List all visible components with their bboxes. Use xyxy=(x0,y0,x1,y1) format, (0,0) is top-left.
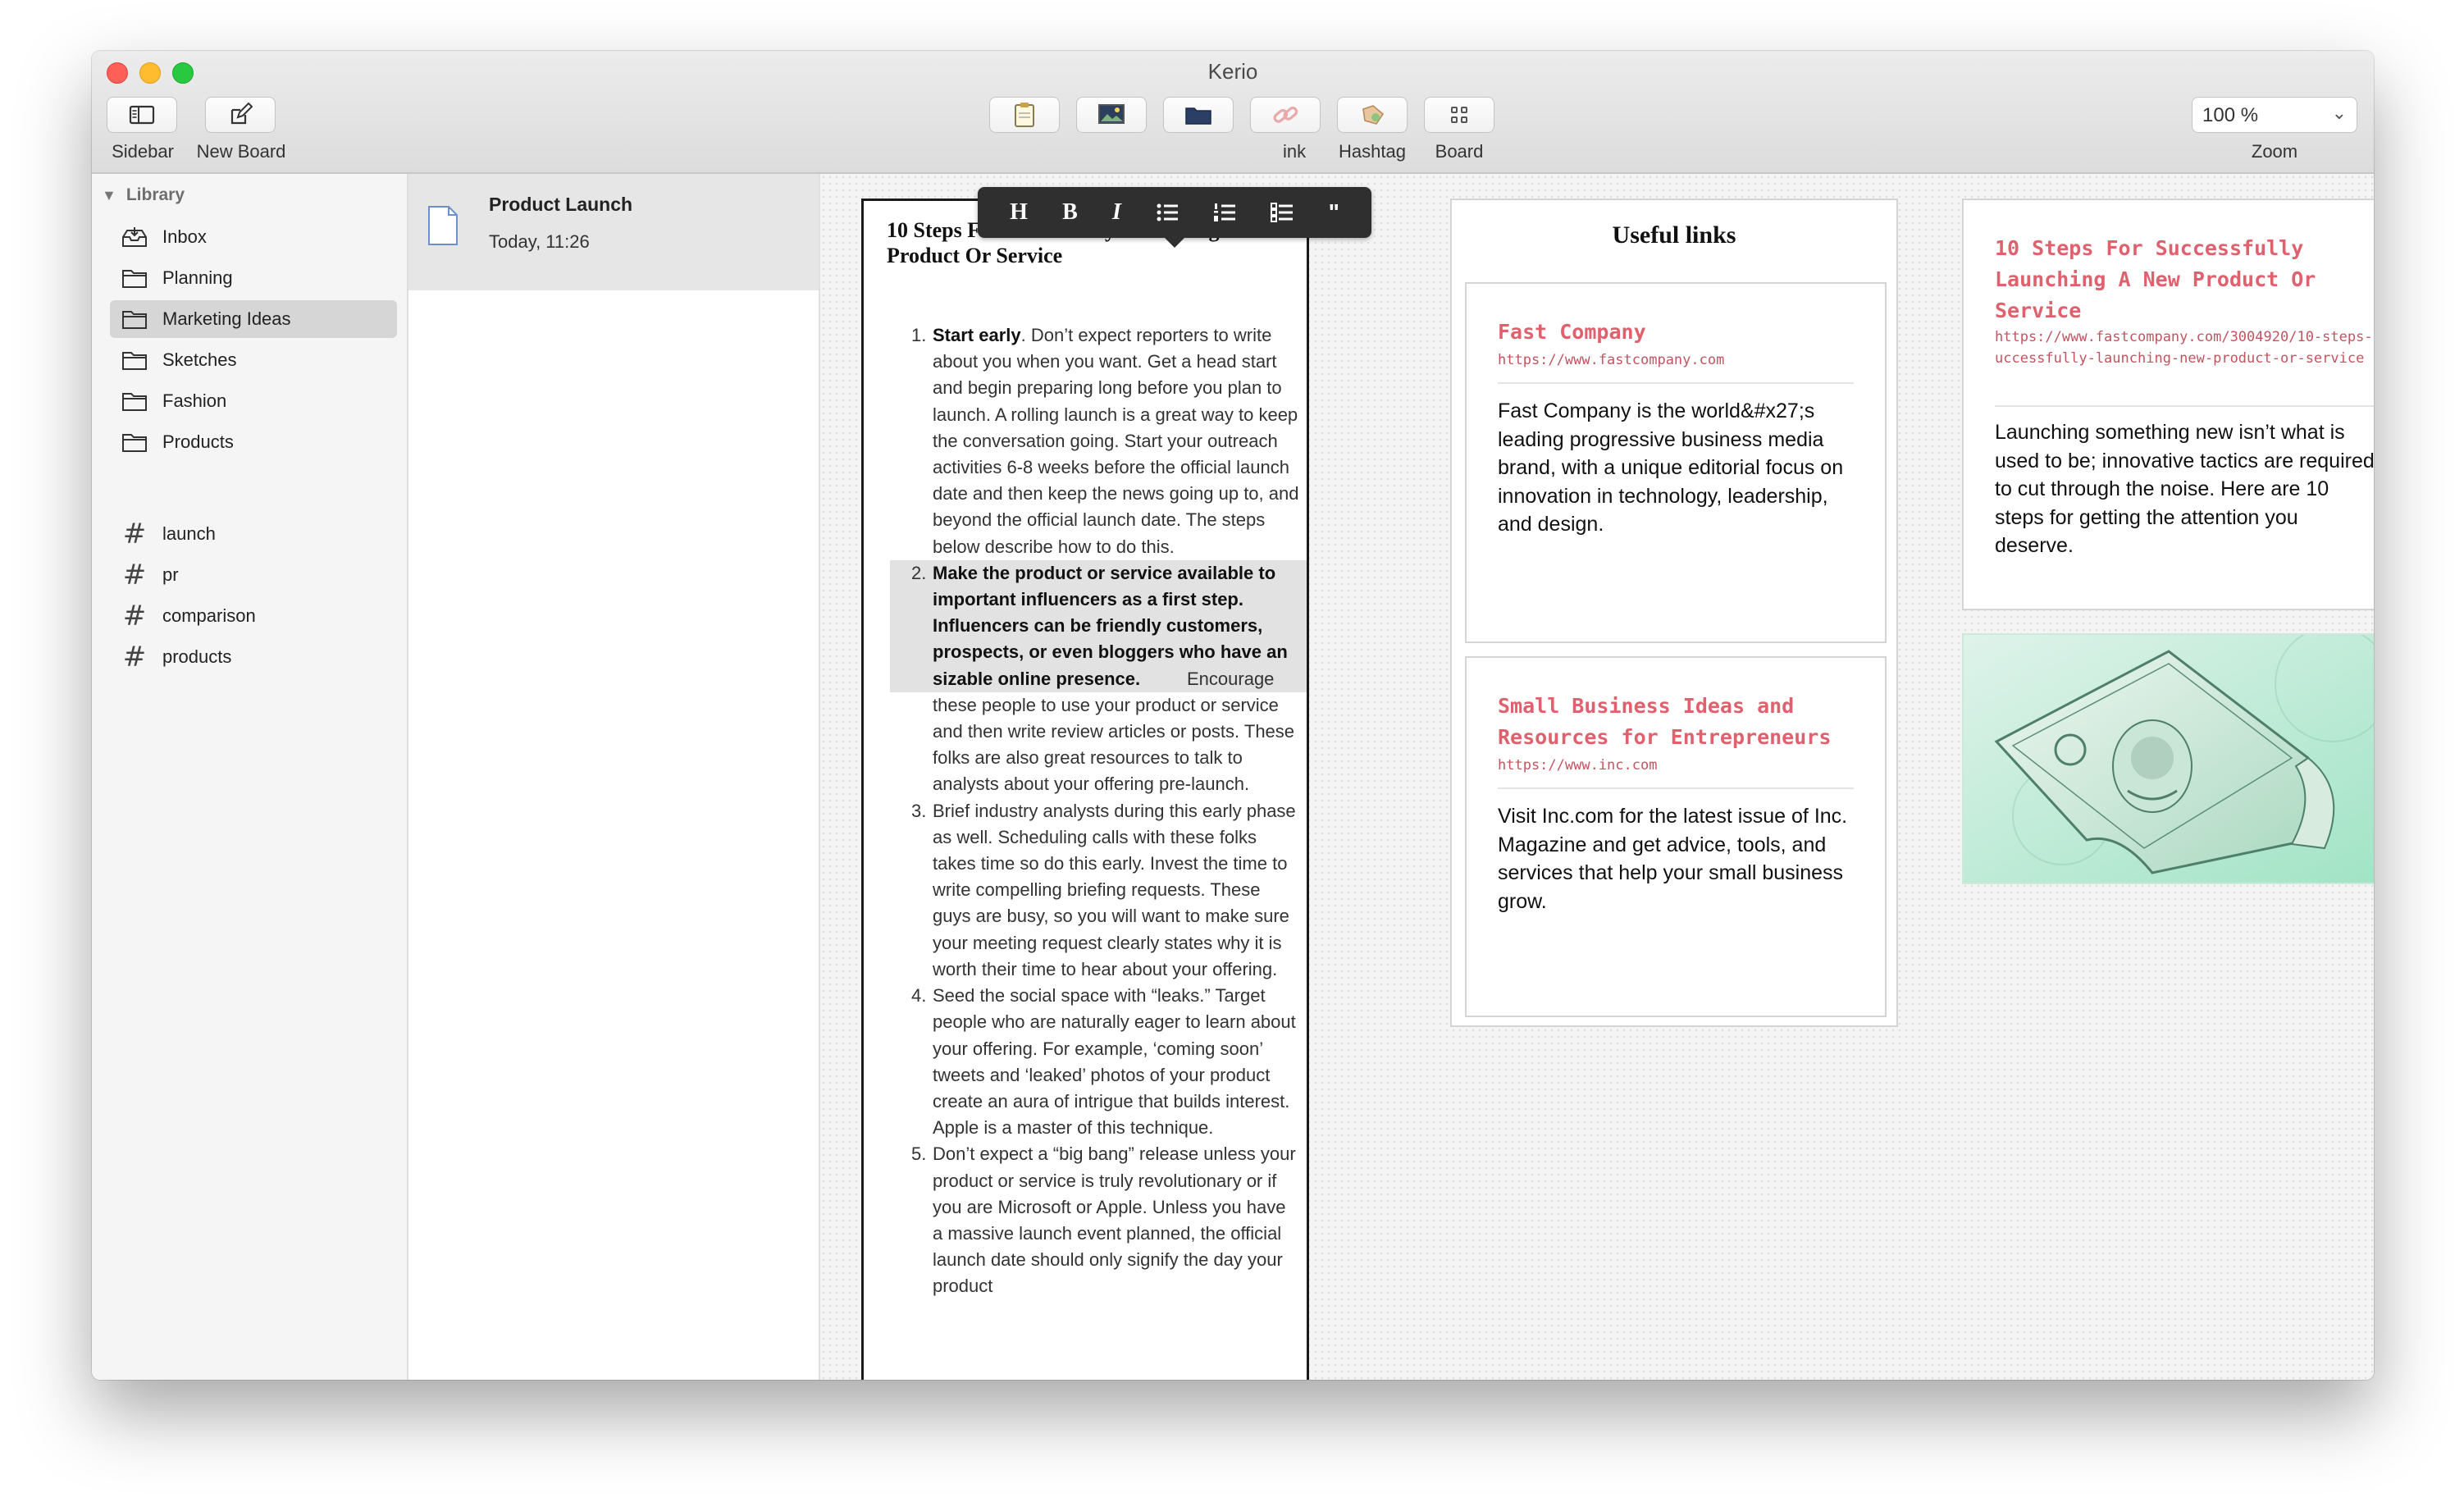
app-window: Kerio Sidebar New Board ink Hashtag Boar… xyxy=(92,51,2374,1380)
hashtag-icon: # xyxy=(122,518,147,550)
heading-button[interactable]: H xyxy=(1010,199,1028,226)
board-canvas[interactable]: 10 Steps For Successfully Launching A Ne… xyxy=(820,174,2374,1380)
disclosure-triangle-icon[interactable]: ▼ xyxy=(102,187,116,204)
add-board-button[interactable] xyxy=(1424,97,1494,133)
links-card[interactable]: Useful links Fast Company https://www.fa… xyxy=(1450,199,1898,1027)
toolbar: Kerio Sidebar New Board ink Hashtag Boar… xyxy=(92,51,2374,174)
sidebar-tag-launch[interactable]: # launch xyxy=(110,515,397,553)
bold-button[interactable]: B xyxy=(1062,199,1078,226)
divider xyxy=(1498,787,1854,789)
hashtag-icon: # xyxy=(122,600,147,632)
hashtag-icon: # xyxy=(122,559,147,591)
hashtag-icon xyxy=(1362,105,1385,125)
quote-button[interactable]: " xyxy=(1329,199,1339,226)
link-icon xyxy=(1273,107,1298,123)
new-board-label: New Board xyxy=(196,141,286,162)
note-list: Product Launch Today, 11:26 xyxy=(408,174,820,1380)
add-link-button[interactable] xyxy=(1250,97,1321,133)
sidebar-item-marketing-ideas[interactable]: Marketing Ideas xyxy=(110,300,397,338)
money-image xyxy=(1964,635,2374,883)
numbered-list-button[interactable] xyxy=(1213,202,1236,223)
folder-icon xyxy=(121,390,148,413)
sidebar-tag-products[interactable]: # products xyxy=(110,638,397,676)
links-title: Useful links xyxy=(1612,221,1736,249)
window-title: Kerio xyxy=(1207,59,1258,84)
library-header[interactable]: ▼ Library xyxy=(102,185,185,205)
document-card[interactable]: 10 Steps For Successfully Launching A Ne… xyxy=(861,199,1309,1380)
sidebar-toggle-button[interactable] xyxy=(107,97,177,133)
numbered-list-icon xyxy=(1214,203,1236,221)
add-folder-button[interactable] xyxy=(1163,97,1234,133)
link-url[interactable]: https://www.fastcompany.com xyxy=(1498,349,1724,371)
divider xyxy=(1498,382,1854,384)
zoom-label: Zoom xyxy=(2251,141,2298,162)
sidebar-tag-comparison[interactable]: # comparison xyxy=(110,597,397,635)
document-list: 1. Start early. Don’t expect reporters to… xyxy=(890,322,1307,1300)
sidebar-item-fashion[interactable]: Fashion xyxy=(110,382,397,420)
link-label: ink xyxy=(1283,141,1307,162)
folder-icon xyxy=(121,349,148,372)
image-icon xyxy=(1098,104,1125,124)
article-url[interactable]: https://www.fastcompany.com/3004920/10-s… xyxy=(1995,326,2374,369)
list-item: 1. Start early. Don’t expect reporters to… xyxy=(911,325,1299,557)
bullet-list-icon xyxy=(1157,203,1179,221)
zoom-select[interactable]: 100 % ⌄ xyxy=(2192,97,2357,133)
article-title[interactable]: 10 Steps For Successfully Launching A Ne… xyxy=(1995,233,2374,326)
add-image-button[interactable] xyxy=(1076,97,1147,133)
hashtag-icon: # xyxy=(122,641,147,673)
folder-icon xyxy=(121,431,148,454)
sidebar-tag-pr[interactable]: # pr xyxy=(110,556,397,594)
document-icon xyxy=(428,206,458,245)
divider xyxy=(1995,405,2374,407)
board-label: Board xyxy=(1435,141,1484,162)
link-preview-inc[interactable]: Small Business Ideas and Resources for E… xyxy=(1465,656,1887,1017)
folder-icon xyxy=(121,267,148,290)
zoom-value: 100 % xyxy=(2202,104,2259,126)
list-item: 2. Make the product or service available … xyxy=(890,559,1307,798)
article-description: Launching something new isn’t what is us… xyxy=(1995,421,2374,557)
note-icon xyxy=(1015,103,1034,127)
sidebar-item-products[interactable]: Products xyxy=(110,423,397,461)
checklist-icon xyxy=(1271,203,1294,222)
link-title[interactable]: Fast Company xyxy=(1498,317,1646,348)
article-card[interactable]: 10 Steps For Successfully Launching A Ne… xyxy=(1962,199,2374,610)
link-url[interactable]: https://www.inc.com xyxy=(1498,755,1657,776)
link-description: Visit Inc.com for the latest issue of In… xyxy=(1498,805,1848,913)
sidebar-item-planning[interactable]: Planning xyxy=(110,259,397,297)
add-note-button[interactable] xyxy=(989,97,1060,133)
sidebar-item-sketches[interactable]: Sketches xyxy=(110,341,397,379)
chevron-down-icon: ⌄ xyxy=(2331,103,2347,123)
link-title[interactable]: Small Business Ideas and Resources for E… xyxy=(1498,691,1885,753)
inbox-icon xyxy=(121,226,148,249)
checklist-button[interactable] xyxy=(1271,202,1294,223)
italic-button[interactable]: I xyxy=(1112,199,1121,226)
note-title: Product Launch xyxy=(489,194,633,215)
folder-dark-icon xyxy=(1185,107,1211,125)
link-description: Fast Company is the world&#x27;s leading… xyxy=(1498,399,1844,536)
image-card[interactable] xyxy=(1962,633,2374,884)
list-item: 3. Brief industry analysts during this ea… xyxy=(911,800,1296,979)
sidebar-icon xyxy=(129,105,155,125)
list-item: 4. Seed the social space with “leaks.” Ta… xyxy=(911,985,1296,1139)
list-item[interactable]: Product Launch Today, 11:26 xyxy=(408,174,819,290)
link-preview-fast-company[interactable]: Fast Company https://www.fastcompany.com… xyxy=(1465,282,1887,643)
compose-icon xyxy=(230,103,253,125)
list-item: 5. Don’t expect a “big bang” release unle… xyxy=(911,1144,1296,1297)
sidebar-label: Sidebar xyxy=(112,141,174,162)
format-toolbar: H B I " xyxy=(978,187,1371,248)
hashtag-label: Hashtag xyxy=(1339,141,1406,162)
folder-icon xyxy=(121,308,148,331)
sidebar: ▼ Library Inbox Planning Marketing Ideas … xyxy=(92,174,408,1380)
sidebar-item-inbox[interactable]: Inbox xyxy=(110,218,397,256)
new-board-button[interactable] xyxy=(205,97,276,133)
add-hashtag-button[interactable] xyxy=(1337,97,1408,133)
bullet-list-button[interactable] xyxy=(1156,202,1179,223)
grid-icon xyxy=(1451,107,1467,123)
note-date: Today, 11:26 xyxy=(489,231,590,252)
